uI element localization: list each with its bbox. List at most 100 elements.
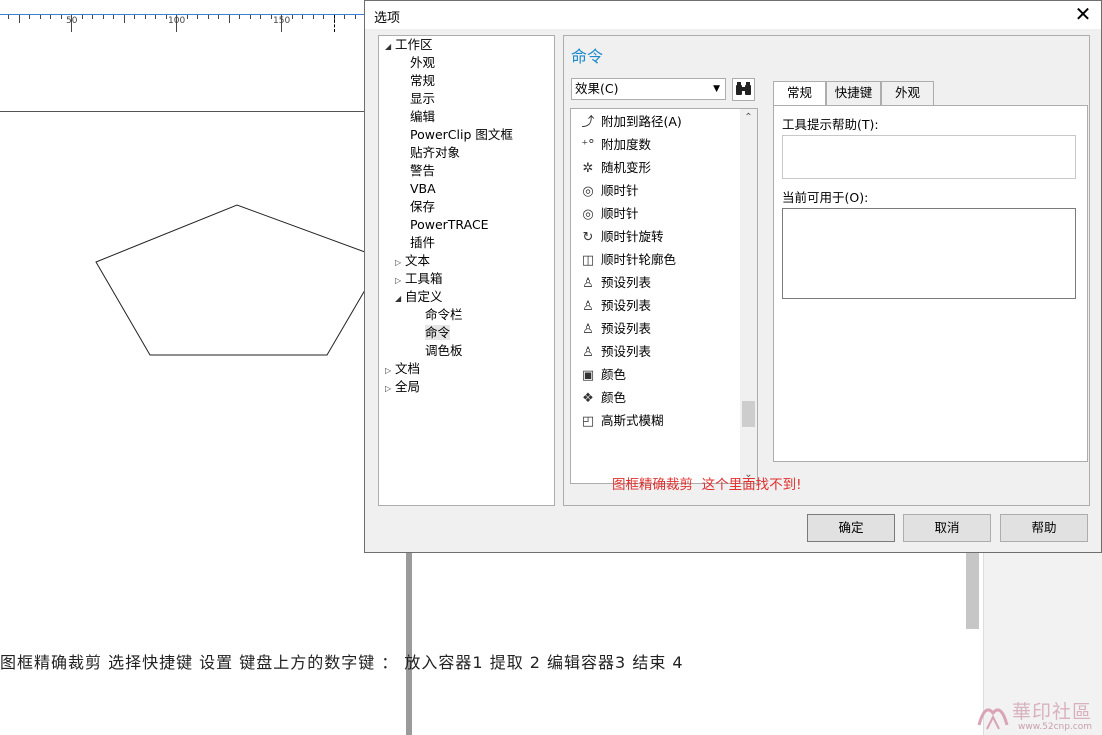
command-list[interactable]: ⤴ 附加到路径(A) ⁺° 附加度数 ✲ 随机变形 ◎ 顺时针 ◎ 顺时针 ↻ 顺时针旋转 ◫ 顺时针轮廓…: [570, 108, 758, 484]
tree-item[interactable]: 保存: [410, 198, 435, 216]
category-select-value: 效果(C): [575, 81, 619, 96]
watermark-text: 華印社區: [1012, 701, 1093, 723]
outline-color-icon: ◫: [581, 253, 595, 268]
watermark-url: www.52cnp.com: [1018, 722, 1093, 732]
expand-arrow-icon[interactable]: ▷: [385, 380, 395, 398]
command-list-scrollbar[interactable]: ⌃ ⌄: [740, 109, 757, 483]
tree-item-label: 全局: [395, 379, 421, 394]
tree-item-label: 显示: [410, 91, 436, 106]
command-item[interactable]: ✲ 随机变形: [579, 157, 651, 179]
path-attach-icon: ⤴: [581, 115, 595, 130]
tree-item-label: 编辑: [410, 109, 436, 124]
find-command-button[interactable]: [732, 78, 755, 101]
tree-item[interactable]: ▷ 全局: [385, 378, 420, 396]
command-item[interactable]: ⁺° 附加度数: [579, 134, 651, 156]
tree-item[interactable]: ◢ 工作区: [385, 36, 433, 54]
command-item-label: 颜色: [601, 390, 627, 405]
tree-item-label: PowerClip 图文框: [410, 127, 513, 142]
tree-item[interactable]: ▷ 文档: [385, 360, 420, 378]
tree-item-label: 工作区: [395, 37, 433, 52]
command-item[interactable]: ▣ 颜色: [579, 364, 626, 386]
tree-item[interactable]: 调色板: [425, 342, 463, 360]
tree-item-label: 自定义: [405, 289, 443, 304]
tab-shortcut-keys[interactable]: 快捷键: [826, 81, 881, 105]
tree-item-label: 插件: [410, 235, 436, 250]
command-item-label: 预设列表: [601, 321, 652, 336]
panel-title: 命令: [571, 47, 604, 66]
command-item-label: 预设列表: [601, 344, 652, 359]
tree-item-label: 命令栏: [425, 307, 463, 322]
dialog-titlebar[interactable]: 选项 ✕: [365, 1, 1101, 29]
tooltip-help-field[interactable]: [782, 135, 1076, 179]
command-item-label: 顺时针: [601, 206, 639, 221]
tree-item[interactable]: 贴齐对象: [410, 144, 460, 162]
tree-item-label: 文本: [405, 253, 431, 268]
command-item-label: 颜色: [601, 367, 627, 382]
clockwise-icon: ◎: [582, 184, 594, 199]
annotation-text: 图框精确裁剪 这个里面找不到!: [612, 477, 802, 493]
canvas-note-text: 图框精确裁剪 选择快捷键 设置 键盘上方的数字键 ： 放入容器1 提取 2 编辑…: [0, 653, 684, 672]
command-item[interactable]: ◫ 顺时针轮廓色: [579, 249, 676, 271]
tree-item[interactable]: 外观: [410, 54, 435, 72]
tree-item[interactable]: ◢ 自定义: [395, 288, 443, 306]
ok-button[interactable]: 确定: [807, 514, 895, 542]
tree-item[interactable]: VBA: [410, 180, 436, 198]
watermark: 華印社區 www.52cnp.com: [975, 695, 1102, 735]
tree-item-label: 调色板: [425, 343, 463, 358]
tooltip-help-label: 工具提示帮助(T):: [782, 117, 879, 132]
command-item[interactable]: ↻ 顺时针旋转: [579, 226, 664, 248]
command-item[interactable]: ♙ 预设列表: [579, 272, 651, 294]
tree-item[interactable]: 命令: [425, 324, 451, 342]
command-item[interactable]: ❖ 颜色: [579, 387, 626, 409]
command-item[interactable]: ♙ 预设列表: [579, 318, 651, 340]
binoculars-icon: [736, 82, 751, 95]
color-icon: ▣: [581, 368, 595, 383]
command-item[interactable]: ◎ 顺时针: [579, 203, 639, 225]
tree-item[interactable]: ▷ 工具箱: [395, 270, 443, 288]
pentagon-shape[interactable]: [0, 0, 365, 360]
commands-panel: 命令 效果(C) ▼ ⤴ 附加到路径(A) ⁺° 附加度数 ✲ 随机变形 ◎ 顺时针 ◎ 顺时针 ↻…: [563, 35, 1090, 506]
canvas-divider: [406, 553, 412, 735]
dialog-title: 选项: [374, 11, 401, 26]
tree-item[interactable]: PowerTRACE: [410, 216, 489, 234]
help-button[interactable]: 帮助: [1000, 514, 1088, 542]
preset-list-icon: ♙: [582, 276, 594, 291]
collapse-arrow-icon[interactable]: ◢: [395, 290, 405, 308]
rotate-clockwise-icon: ↻: [582, 230, 594, 245]
command-item[interactable]: ♙ 预设列表: [579, 341, 651, 363]
tree-item[interactable]: 警告: [410, 162, 435, 180]
tree-item[interactable]: 编辑: [410, 108, 435, 126]
command-item[interactable]: ⤴ 附加到路径(A): [579, 111, 681, 133]
scroll-thumb[interactable]: [742, 401, 755, 427]
command-item[interactable]: ◰ 高斯式模糊: [579, 410, 664, 432]
close-button[interactable]: ✕: [1071, 3, 1095, 25]
tab-general[interactable]: 常规: [773, 81, 826, 106]
tree-item[interactable]: 插件: [410, 234, 435, 252]
command-item[interactable]: ◎ 顺时针: [579, 180, 639, 202]
scroll-up-icon[interactable]: ⌃: [740, 109, 757, 126]
collapse-arrow-icon[interactable]: ◢: [385, 38, 395, 56]
command-item-label: 随机变形: [601, 160, 652, 175]
tree-item[interactable]: 命令栏: [425, 306, 463, 324]
clockwise-icon: ◎: [582, 207, 594, 222]
tree-item[interactable]: ▷ 文本: [395, 252, 430, 270]
options-tree[interactable]: ◢ 工作区 外观 常规 显示 编辑 PowerClip 图文框 贴齐对象 警告 VBA 保存 Powe…: [378, 35, 555, 506]
tree-item[interactable]: 常规: [410, 72, 435, 90]
tree-item-label: VBA: [410, 181, 436, 196]
tab-content-general: 工具提示帮助(T): 当前可用于(O):: [773, 105, 1088, 462]
tree-item[interactable]: PowerClip 图文框: [410, 126, 513, 144]
tree-item-label: PowerTRACE: [410, 217, 489, 232]
category-select[interactable]: 效果(C) ▼: [571, 78, 726, 100]
command-item-label: 顺时针旋转: [601, 229, 664, 244]
command-item-label: 顺时针: [601, 183, 639, 198]
tree-item-label: 贴齐对象: [410, 145, 461, 160]
tree-item-label: 常规: [410, 73, 436, 88]
command-item-label: 预设列表: [601, 298, 652, 313]
canvas-scrollbar[interactable]: [966, 553, 979, 629]
command-item[interactable]: ♙ 预设列表: [579, 295, 651, 317]
tree-item-label: 警告: [410, 163, 436, 178]
available-for-list[interactable]: [782, 208, 1076, 299]
tab-appearance[interactable]: 外观: [881, 81, 934, 105]
tree-item[interactable]: 显示: [410, 90, 435, 108]
cancel-button[interactable]: 取消: [903, 514, 991, 542]
